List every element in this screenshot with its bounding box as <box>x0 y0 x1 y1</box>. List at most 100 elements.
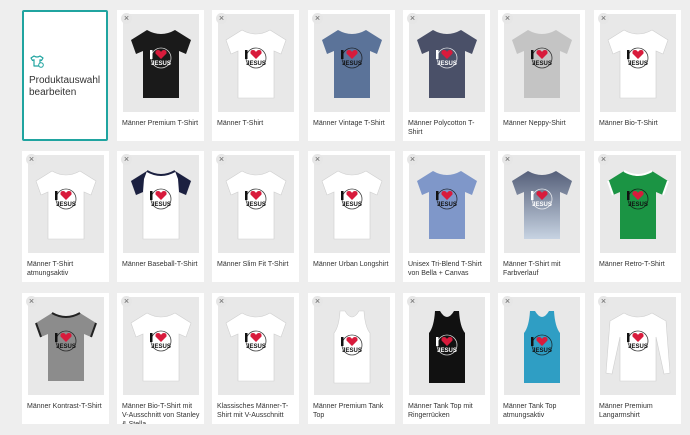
product-image-area[interactable]: JESUS <box>409 14 485 112</box>
print-letter <box>531 337 534 346</box>
edit-product-selection-card[interactable]: Produktauswahl bearbeiten <box>22 10 108 141</box>
product-image-area[interactable]: JESUS <box>218 155 294 253</box>
product-card[interactable]: JESUS × Männer Vintage T-Shirt <box>308 10 395 141</box>
remove-product-icon[interactable]: × <box>502 296 513 307</box>
product-image-area[interactable]: JESUS <box>504 14 580 112</box>
product-image: JESUS <box>512 30 572 98</box>
product-name: Männer T-Shirt <box>217 120 264 127</box>
print-text: JESUS <box>56 202 76 208</box>
print-text: JESUS <box>246 61 266 67</box>
product-image-area[interactable]: JESUS <box>504 155 580 253</box>
print-text: JESUS <box>532 348 552 354</box>
product-image-area[interactable]: JESUS <box>600 155 676 253</box>
product-image-area[interactable]: JESUS <box>504 297 580 395</box>
product-image: JESUS <box>225 312 287 382</box>
remove-product-icon[interactable]: × <box>216 154 227 165</box>
product-card[interactable]: JESUS × Männer Bio-T-Shirt <box>594 10 681 141</box>
product-card[interactable]: JESUS × Männer T-Shirt <box>212 10 299 141</box>
product-image-area[interactable]: JESUS <box>409 297 485 395</box>
remove-product-icon[interactable]: × <box>26 154 37 165</box>
product-card[interactable]: JESUS × Männer Baseball-T-Shirt <box>117 151 204 282</box>
remove-product-icon[interactable]: × <box>502 154 513 165</box>
print-text: JESUS <box>246 202 266 208</box>
remove-product-icon[interactable]: × <box>312 296 323 307</box>
next-row-edge <box>0 430 690 435</box>
remove-product-icon[interactable]: × <box>121 13 132 24</box>
product-name: Unisex Tri-Blend T-Shirt von Bella + Can… <box>408 261 482 277</box>
product-image-area[interactable]: JESUS <box>314 297 390 395</box>
product-image-area[interactable]: JESUS <box>123 155 199 253</box>
product-card[interactable]: JESUS × Unisex Tri-Blend T-Shirt von Bella… <box>403 151 490 282</box>
print-letter <box>436 337 439 346</box>
product-card[interactable]: JESUS × Männer Premium Tank Top <box>308 293 395 424</box>
print-letter <box>245 50 248 59</box>
remove-product-icon[interactable]: × <box>502 13 513 24</box>
product-image: JESUS <box>225 170 287 240</box>
product-card[interactable]: JESUS × Männer Premium T-Shirt <box>117 10 204 141</box>
product-image-area[interactable]: JESUS <box>218 14 294 112</box>
product-name: Männer Slim Fit T-Shirt <box>217 261 289 268</box>
product-name: Männer Premium T-Shirt <box>122 120 199 127</box>
print-text: JESUS <box>628 202 648 208</box>
product-card[interactable]: JESUS × Männer Tank Top atmungsaktiv <box>498 293 585 424</box>
product-card[interactable]: JESUS × Männer T-Shirt mit Farbverlauf <box>498 151 585 282</box>
product-card[interactable]: JESUS × Männer T-Shirt atmungsaktiv <box>22 151 109 282</box>
edit-card-label: Produktauswahl bearbeiten <box>29 75 101 98</box>
remove-product-icon[interactable]: × <box>216 13 227 24</box>
product-image-area[interactable]: JESUS <box>123 14 199 112</box>
product-card[interactable]: JESUS × Männer Bio-T-Shirt mit V-Ausschnit… <box>117 293 204 424</box>
product-image: JESUS <box>322 30 382 98</box>
product-image: JESUS <box>35 170 97 240</box>
product-card[interactable]: JESUS × Männer Urban Longshirt <box>308 151 395 282</box>
remove-product-icon[interactable]: × <box>598 154 609 165</box>
product-image-area[interactable]: JESUS <box>600 297 676 395</box>
print-letter <box>341 191 344 200</box>
product-name: Männer Baseball-T-Shirt <box>122 261 198 268</box>
product-image-area[interactable]: JESUS <box>409 155 485 253</box>
print-text: JESUS <box>437 61 457 67</box>
product-name: Männer Vintage T-Shirt <box>313 120 385 127</box>
product-card[interactable]: JESUS × Männer Kontrast-T-Shirt <box>22 293 109 424</box>
product-image: JESUS <box>225 29 287 99</box>
remove-product-icon[interactable]: × <box>407 13 418 24</box>
product-name: Männer Neppy-Shirt <box>503 120 566 127</box>
remove-product-icon[interactable]: × <box>407 154 418 165</box>
product-name: Männer Premium Tank Top <box>313 403 384 419</box>
print-text: JESUS <box>628 61 648 67</box>
product-image: JESUS <box>35 312 97 381</box>
product-image-area[interactable]: JESUS <box>28 297 104 395</box>
product-image: JESUS <box>429 311 465 383</box>
product-card[interactable]: JESUS × Männer Retro-T-Shirt <box>594 151 681 282</box>
remove-product-icon[interactable]: × <box>407 296 418 307</box>
product-card[interactable]: JESUS × Männer Polycotton T-Shirt <box>403 10 490 141</box>
product-image-area[interactable]: JESUS <box>218 297 294 395</box>
print-text: JESUS <box>342 348 362 354</box>
remove-product-icon[interactable]: × <box>216 296 227 307</box>
product-image: JESUS <box>605 312 671 382</box>
product-image-area[interactable]: JESUS <box>314 155 390 253</box>
print-letter <box>531 50 534 59</box>
product-card[interactable]: JESUS × Männer Slim Fit T-Shirt <box>212 151 299 282</box>
product-card[interactable]: JESUS × Klassisches Männer-T-Shirt mit V-A… <box>212 293 299 424</box>
remove-product-icon[interactable]: × <box>121 154 132 165</box>
print-letter <box>150 50 153 59</box>
product-image-area[interactable]: JESUS <box>28 155 104 253</box>
remove-product-icon[interactable]: × <box>121 296 132 307</box>
remove-product-icon[interactable]: × <box>312 13 323 24</box>
print-letter <box>341 337 344 346</box>
product-image-area[interactable]: JESUS <box>314 14 390 112</box>
product-image: JESUS <box>333 310 371 384</box>
product-card[interactable]: JESUS × Männer Neppy-Shirt <box>498 10 585 141</box>
product-card[interactable]: JESUS × Männer Premium Langarmshirt <box>594 293 681 424</box>
print-letter <box>627 333 630 342</box>
product-name: Männer Premium Langarmshirt <box>599 403 653 419</box>
product-card[interactable]: JESUS × Männer Tank Top mit Ringerrücken <box>403 293 490 424</box>
product-image-area[interactable]: JESUS <box>600 14 676 112</box>
remove-product-icon[interactable]: × <box>312 154 323 165</box>
remove-product-icon[interactable]: × <box>598 296 609 307</box>
product-image-area[interactable]: JESUS <box>123 297 199 395</box>
print-letter <box>341 50 344 59</box>
product-image: JESUS <box>417 30 477 98</box>
remove-product-icon[interactable]: × <box>598 13 609 24</box>
remove-product-icon[interactable]: × <box>26 296 37 307</box>
